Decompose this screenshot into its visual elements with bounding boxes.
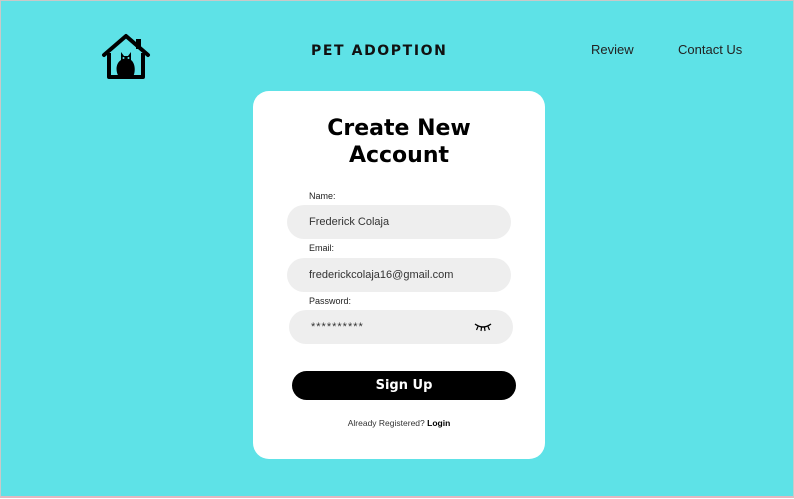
password-label: Password:	[309, 296, 352, 306]
form-title-line1: Create New	[327, 116, 471, 141]
name-field-value: Frederick Colaja	[309, 216, 390, 228]
password-field[interactable]: **********	[289, 310, 513, 344]
email-label: Email:	[309, 243, 335, 253]
nav-contact-link[interactable]: Contact Us	[678, 42, 742, 57]
already-registered-label: Already Registered?	[347, 418, 425, 428]
email-field[interactable]: frederickcolaja16@gmail.com	[287, 258, 511, 292]
name-field[interactable]: Frederick Colaja	[287, 205, 511, 239]
form-title-line2: Account	[348, 143, 450, 168]
brand-title: PET ADOPTION	[311, 43, 448, 59]
nav-review-link[interactable]: Review	[591, 42, 634, 57]
eye-closed-icon[interactable]	[473, 321, 493, 333]
sign-up-button[interactable]: Sign Up	[292, 371, 516, 400]
password-field-value: **********	[311, 321, 364, 333]
signup-card: Create New Account Name: Frederick Colaj…	[253, 91, 545, 459]
house-cat-icon[interactable]	[101, 33, 151, 81]
form-title: Create New Account	[253, 115, 545, 169]
already-registered-text: Already Registered? Login	[253, 418, 545, 428]
name-label: Name:	[309, 191, 336, 201]
email-field-value: frederickcolaja16@gmail.com	[309, 269, 454, 281]
page-background: PET ADOPTION Review Contact Us Create Ne…	[0, 0, 794, 498]
login-link[interactable]: Login	[427, 418, 450, 428]
